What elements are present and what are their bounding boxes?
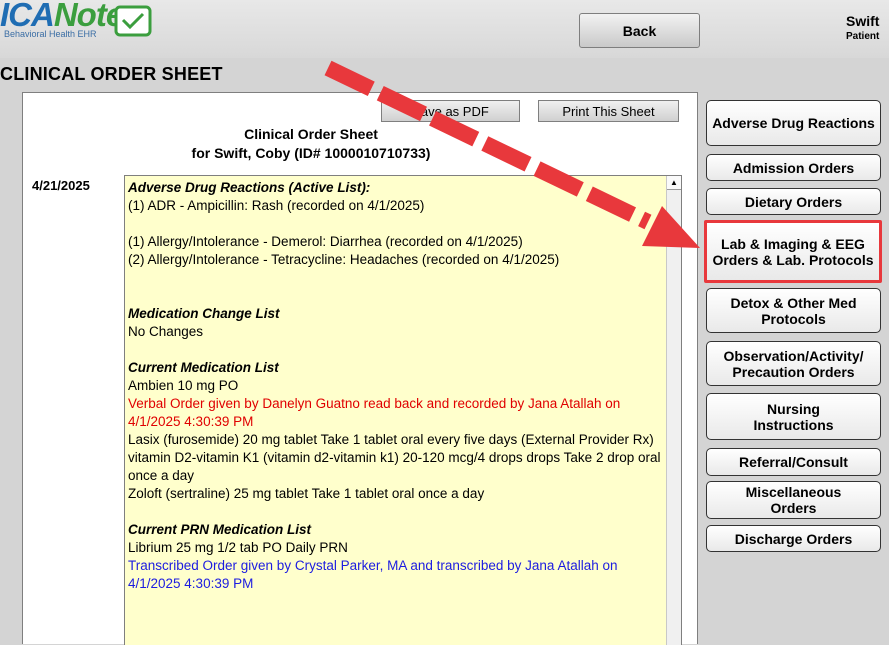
icanotes-logo: ICANotes Behavioral Health EHR	[0, 0, 160, 44]
transcribed-order-note: Transcribed Order given by Crystal Parke…	[128, 558, 618, 591]
back-button[interactable]: Back	[579, 13, 700, 48]
order-sheet-panel: Save as PDF Print This Sheet Clinical Or…	[22, 92, 698, 645]
med-item: Ambien 10 mg PO	[128, 378, 239, 393]
page-title: CLINICAL ORDER SHEET	[0, 64, 223, 84]
logo-note-icon	[114, 5, 152, 37]
observation-activity-precaution-button[interactable]: Observation/Activity/ Precaution Orders	[706, 341, 881, 386]
print-sheet-button[interactable]: Print This Sheet	[538, 100, 679, 122]
patient-subtitle: Patient	[846, 31, 880, 42]
med-item: vitamin D2-vitamin K1 (vitamin d2-vitami…	[128, 450, 661, 483]
scroll-up-arrow-icon[interactable]: ▲	[667, 176, 681, 190]
med-item: Lasix (furosemide) 20 mg tablet Take 1 t…	[128, 432, 654, 447]
admission-orders-button[interactable]: Admission Orders	[706, 154, 881, 181]
adr-header: Adverse Drug Reactions (Active List):	[128, 180, 371, 195]
miscellaneous-orders-button[interactable]: Miscellaneous Orders	[706, 481, 881, 519]
lab-imaging-eeg-orders-button[interactable]: Lab & Imaging & EEG Orders & Lab. Protoc…	[704, 220, 882, 283]
sheet-title: Clinical Order Sheet	[244, 126, 378, 142]
adverse-drug-reactions-button[interactable]: Adverse Drug Reactions	[706, 100, 881, 146]
prn-item: Librium 25 mg 1/2 tab PO Daily PRN	[128, 540, 348, 555]
current-med-header: Current Medication List	[128, 360, 279, 375]
discharge-orders-button[interactable]: Discharge Orders	[706, 525, 881, 552]
content-scrollbar[interactable]: ▲	[666, 176, 681, 645]
logo-subtitle: Behavioral Health EHR	[4, 29, 97, 39]
adr-item: (1) ADR - Ampicillin: Rash (recorded on …	[128, 198, 425, 213]
detox-med-protocols-button[interactable]: Detox & Other Med Protocols	[706, 288, 881, 333]
nursing-instructions-button[interactable]: Nursing Instructions	[706, 393, 881, 440]
patient-name: Swift	[846, 13, 880, 29]
referral-consult-button[interactable]: Referral/Consult	[706, 448, 881, 476]
prn-header: Current PRN Medication List	[128, 522, 312, 537]
sheet-subtitle: for Swift, Coby (ID# 1000010710733)	[191, 145, 431, 161]
dietary-orders-button[interactable]: Dietary Orders	[706, 188, 881, 215]
med-item: Zoloft (sertraline) 25 mg tablet Take 1 …	[128, 486, 485, 501]
med-change-header: Medication Change List	[128, 306, 280, 321]
allergy-item: (2) Allergy/Intolerance - Tetracycline: …	[128, 252, 560, 267]
verbal-order-note: Verbal Order given by Danelyn Guatno rea…	[128, 396, 621, 429]
order-content-box[interactable]: Adverse Drug Reactions (Active List): (1…	[124, 175, 682, 645]
med-change-value: No Changes	[128, 324, 204, 339]
order-content: Adverse Drug Reactions (Active List): (1…	[128, 179, 664, 593]
order-date: 4/21/2025	[32, 178, 90, 193]
top-bar: ICANotes Behavioral Health EHR Back Swif…	[0, 0, 889, 58]
save-as-pdf-button[interactable]: Save as PDF	[381, 100, 520, 122]
allergy-item: (1) Allergy/Intolerance - Demerol: Diarr…	[128, 234, 523, 249]
